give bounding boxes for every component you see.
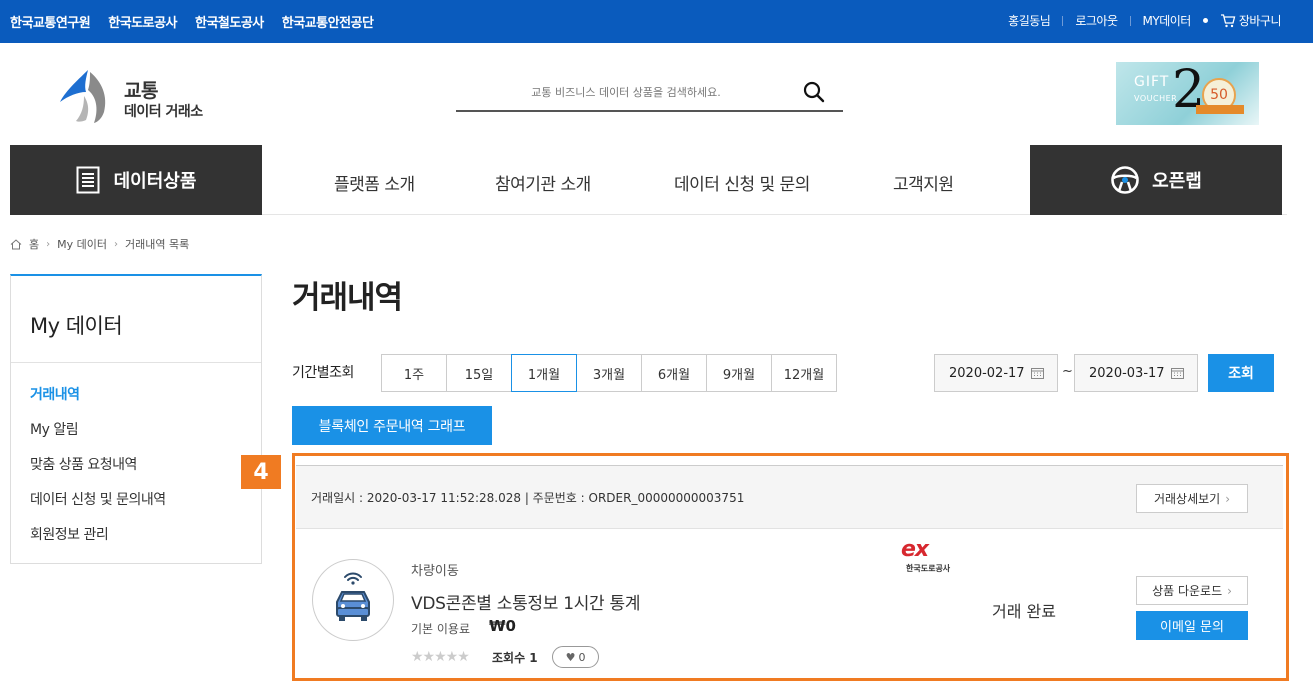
breadcrumb-home[interactable]: 홈 [29,236,39,252]
affiliate-link[interactable]: 한국도로공사 [108,12,177,31]
transaction-detail-button[interactable]: 거래상세보기 › [1136,484,1248,513]
openlab-menu[interactable]: 오픈랩 [1030,145,1282,215]
period-button[interactable]: 3개월 [576,354,642,392]
connected-car-icon [336,572,370,621]
sidebar-item-transactions[interactable]: 거래내역 [30,384,166,419]
sidebar-title: My 데이터 [30,314,123,338]
nav-customer-support[interactable]: 고객지원 [893,170,954,195]
product-fee-label: 기본 이용료 [411,622,471,636]
divider-dot [1202,18,1208,23]
rating-stars: ★★★★★ [411,649,470,665]
chevron-right-icon: › [1227,583,1232,598]
search-icon[interactable] [803,81,825,103]
data-products-menu[interactable]: 데이터상품 [10,145,262,215]
date-to-field[interactable]: 2020-03-17 [1074,354,1198,392]
nav-platform-intro[interactable]: 플랫폼 소개 [334,170,415,195]
breadcrumb-current: 거래내역 목록 [124,238,190,251]
product-thumbnail [312,559,394,641]
period-selector: 1주 15일 1개월 3개월 6개월 9개월 12개월 [381,354,837,392]
logo-subtitle: 데이터 거래소 [124,104,203,120]
view-count: 조회수 1 [492,651,538,665]
transaction-status: 거래 완료 [992,602,1056,621]
sidebar-item-member-info[interactable]: 회원정보 관리 [30,524,166,559]
divider [1129,15,1131,26]
top-bar: 한국교통연구원 한국도로공사 한국철도공사 한국교통안전공단 홍길동님 로그아웃… [0,0,1313,43]
calendar-icon[interactable] [1030,367,1044,379]
blockchain-graph-button[interactable]: 블록체인 주문내역 그래프 [292,406,492,445]
home-icon[interactable] [10,238,22,250]
voucher-gift-text: GIFT [1134,74,1170,90]
voucher-text: VOUCHER [1134,94,1178,103]
period-button-selected[interactable]: 1개월 [511,354,577,392]
cart-icon [1220,13,1236,27]
email-inquiry-button[interactable]: 이메일 문의 [1136,611,1248,640]
affiliate-link[interactable]: 한국교통안전공단 [282,12,374,31]
cart-link[interactable]: 장바구니 [1220,12,1282,29]
heart-icon: ♥ [565,650,576,664]
order-info: 거래일시 : 2020-03-17 11:52:28.028 | 주문번호 : … [311,491,745,505]
date-to-value: 2020-03-17 [1089,365,1165,381]
search-bar [456,74,843,112]
logo-road-icon [60,70,106,123]
chevron-right-icon: › [46,238,51,250]
data-products-label: 데이터상품 [113,171,197,192]
period-button[interactable]: 6개월 [641,354,707,392]
download-product-label: 상품 다운로드 [1152,584,1223,598]
logo-title: 교통 [124,80,158,102]
sidebar-item-data-inquiries[interactable]: 데이터 신청 및 문의내역 [30,489,166,524]
like-button[interactable]: ♥ 0 [552,646,599,668]
breadcrumb-my-data[interactable]: My 데이터 [57,236,107,252]
search-input[interactable] [456,78,796,106]
site-logo[interactable]: 교통 데이터 거래소 [58,68,203,124]
my-data-link[interactable]: MY데이터 [1143,12,1192,29]
steering-wheel-icon [1111,166,1139,194]
period-button[interactable]: 9개월 [706,354,772,392]
period-label: 기간별조회 [292,365,354,381]
nav-participants-intro[interactable]: 참여기관 소개 [495,170,591,195]
affiliate-link[interactable]: 한국교통연구원 [10,12,91,31]
gift-voucher-banner[interactable]: GIFT VOUCHER 2 50 [1116,62,1259,125]
voucher-ribbon [1196,105,1244,114]
ex-logo-mark: ex [901,537,929,562]
period-button[interactable]: 15일 [446,354,512,392]
document-list-icon [76,166,100,194]
affiliate-links: 한국교통연구원 한국도로공사 한국철도공사 한국교통안전공단 [10,12,374,31]
organization-name: 한국도로공사 [906,564,951,573]
cart-label: 장바구니 [1238,14,1282,28]
divider [11,362,261,363]
sidebar-item-my-alerts[interactable]: My 알림 [30,419,166,454]
user-links: 홍길동님 로그아웃 MY데이터 장바구니 [1008,12,1282,29]
period-button[interactable]: 12개월 [771,354,837,392]
openlab-label: 오픈랩 [1152,171,1202,192]
period-button[interactable]: 1주 [381,354,447,392]
sidebar-menu: 거래내역 My 알림 맞춤 상품 요청내역 데이터 신청 및 문의내역 회원정보… [30,384,166,559]
calendar-icon[interactable] [1170,367,1184,379]
breadcrumb: 홈 › My 데이터 › 거래내역 목록 [10,236,189,252]
product-name[interactable]: VDS콘존별 소통정보 1시간 통계 [411,589,640,614]
affiliate-link[interactable]: 한국철도공사 [195,12,264,31]
organization-logo: ex 한국도로공사 [896,537,962,575]
nav-data-request[interactable]: 데이터 신청 및 문의 [674,170,810,195]
product-category: 차량이동 [411,564,459,579]
chevron-right-icon: › [1225,491,1231,506]
step-number-badge: 4 [241,455,281,489]
divider [1062,15,1064,26]
sidebar-item-custom-requests[interactable]: 맞춤 상품 요청내역 [30,454,166,489]
page-title: 거래내역 [292,280,403,316]
date-separator: ~ [1062,364,1073,379]
transaction-detail-label: 거래상세보기 [1153,492,1221,506]
chevron-right-icon: › [113,238,118,250]
like-count: 0 [578,650,586,664]
date-from-value: 2020-02-17 [949,365,1025,381]
download-product-button[interactable]: 상품 다운로드 › [1136,576,1248,605]
sidebar: My 데이터 거래내역 My 알림 맞춤 상품 요청내역 데이터 신청 및 문의… [10,274,262,564]
logout-link[interactable]: 로그아웃 [1075,12,1118,29]
search-button[interactable]: 조회 [1208,354,1274,392]
main-nav: 데이터상품 플랫폼 소개 참여기관 소개 데이터 신청 및 문의 고객지원 오픈… [10,145,1287,215]
order-header: 거래일시 : 2020-03-17 11:52:28.028 | 주문번호 : … [296,465,1283,529]
date-from-field[interactable]: 2020-02-17 [934,354,1058,392]
user-greeting: 홍길동님 [1008,14,1051,28]
product-fee: ₩0 [489,617,516,635]
